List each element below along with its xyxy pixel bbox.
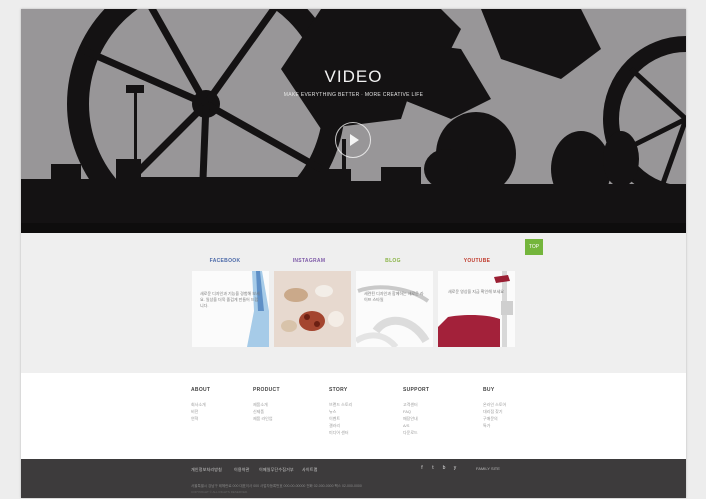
menu-column-buy: BUY 온라인 스토어 대리점 찾기 구매문의 특가 [483,387,506,429]
hero-subtitle: MAKE EVERYTHING BETTER · MORE CREATIVE L… [283,92,424,98]
page: VIDEO MAKE EVERYTHING BETTER · MORE CREA… [21,9,686,498]
copyright-text: 서울특별시 강남구 테헤란로 000 대표이사 000 사업자등록번호 000-… [191,484,362,488]
menu-link[interactable]: 매장안내 [403,415,429,422]
menu-link[interactable]: 연혁 [191,415,210,422]
facebook-card-text: 새로운 디자인과 기능을 경험해 보세요. 일상을 더욱 즐겁게 만들어 드립니… [200,291,260,308]
youtube-card[interactable]: 새로운 영상을 지금 확인해 보세요 [438,271,515,347]
tab-facebook[interactable]: FACEBOOK [185,258,265,264]
menu-link[interactable]: 뉴스 [329,408,352,415]
menu-heading: BUY [483,387,495,393]
menu-link[interactable]: 제품소개 [253,401,280,408]
menu-heading: STORY [329,387,348,393]
menu-heading: SUPPORT [403,387,430,393]
footer-bar: 개인정보처리방침 이용약관 이메일무단수집거부 사이트맵 f t b y FAM… [21,459,686,498]
menu-column-support: SUPPORT 고객센터 FAQ 매장안내 A/S 다운로드 [403,387,429,436]
menu-link[interactable]: 특가 [483,422,506,429]
menu-heading: ABOUT [191,387,211,393]
instagram-card-image [274,271,351,347]
menu-column-story: STORY 브랜드 스토리 뉴스 이벤트 갤러리 미디어 센터 [329,387,352,436]
twitter-icon[interactable]: t [430,465,436,471]
blog-card-text: 세련된 디자인과 함께하는 새로운 라이프 스타일 [364,291,424,302]
tab-youtube[interactable]: YOUTUBE [437,258,517,264]
menu-link[interactable]: 온라인 스토어 [483,401,506,408]
tab-blog[interactable]: BLOG [353,258,433,264]
copyright-notice: COPYRIGHT © ALL RIGHTS RESERVED. [191,490,249,494]
menu-column-product: PRODUCT 제품소개 신제품 제품 라인업 [253,387,280,422]
blog-icon[interactable]: b [441,465,447,471]
menu-heading: PRODUCT [253,387,280,393]
menu-link[interactable]: 미디어 센터 [329,429,352,436]
facebook-icon[interactable]: f [419,465,425,471]
hero-title: VIDEO [324,67,383,86]
play-button[interactable] [335,122,371,158]
social-section: TOP FACEBOOK INSTAGRAM BLOG YOUTUBE 새로운 … [21,233,686,373]
footer-link-privacy[interactable]: 개인정보처리방침 [191,467,222,473]
hero-silhouette-image [21,9,686,233]
family-site-select[interactable]: FAMILY SITE [476,466,500,471]
facebook-card-image [192,271,269,347]
footer-link-email-policy[interactable]: 이메일무단수집거부 [259,467,294,473]
youtube-icon[interactable]: y [452,465,458,471]
menu-link[interactable]: A/S [403,422,429,429]
menu-link[interactable]: 이벤트 [329,415,352,422]
tab-instagram[interactable]: INSTAGRAM [269,258,349,264]
footer-link-terms[interactable]: 이용약관 [234,467,250,473]
footer-menu: ABOUT 회사소개 비전 연혁 PRODUCT 제품소개 신제품 제품 라인업… [21,373,686,459]
hero-banner: VIDEO MAKE EVERYTHING BETTER · MORE CREA… [21,9,686,233]
blog-card[interactable]: 세련된 디자인과 함께하는 새로운 라이프 스타일 [356,271,433,347]
menu-link[interactable]: 갤러리 [329,422,352,429]
menu-link[interactable]: 구매문의 [483,415,506,422]
youtube-card-text: 새로운 영상을 지금 확인해 보세요 [448,289,504,294]
menu-link[interactable]: 고객센터 [403,401,429,408]
menu-link[interactable]: 브랜드 스토리 [329,401,352,408]
menu-link[interactable]: 신제품 [253,408,280,415]
menu-link[interactable]: 회사소개 [191,401,210,408]
menu-link[interactable]: 대리점 찾기 [483,408,506,415]
footer-link-sitemap[interactable]: 사이트맵 [302,467,318,473]
instagram-card[interactable] [274,271,351,347]
play-icon [350,134,359,146]
top-button[interactable]: TOP [525,239,543,255]
menu-link[interactable]: FAQ [403,408,429,415]
menu-column-about: ABOUT 회사소개 비전 연혁 [191,387,210,422]
blog-card-image [356,271,433,347]
facebook-card[interactable]: 새로운 디자인과 기능을 경험해 보세요. 일상을 더욱 즐겁게 만들어 드립니… [192,271,269,347]
youtube-card-image [438,271,515,347]
menu-link[interactable]: 비전 [191,408,210,415]
menu-link[interactable]: 제품 라인업 [253,415,280,422]
menu-link[interactable]: 다운로드 [403,429,429,436]
